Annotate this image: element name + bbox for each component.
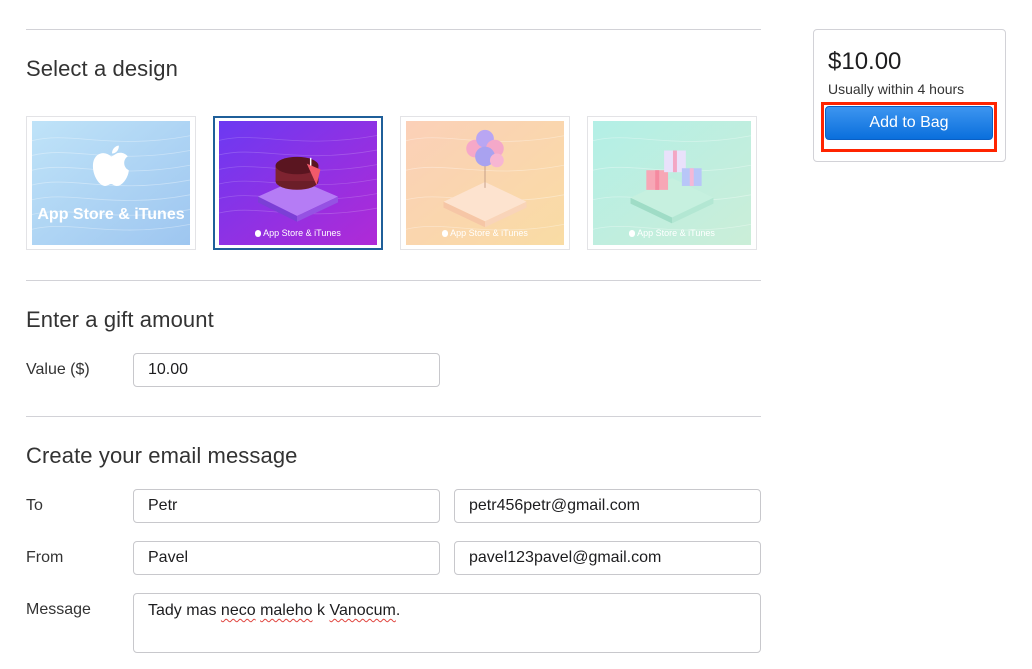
misspelled-word: Vanocum <box>329 602 396 619</box>
design-caption: App Store & iTunes <box>37 206 185 223</box>
apple-mini-icon <box>442 230 449 237</box>
design-option-cake[interactable]: App Store & iTunes <box>213 116 383 250</box>
from-label: From <box>26 549 64 566</box>
design-option-apple[interactable]: App Store & iTunes <box>26 116 196 250</box>
misspelled-word: neco <box>220 602 256 619</box>
add-to-bag-button[interactable]: Add to Bag <box>825 106 993 140</box>
apple-mini-icon <box>629 230 636 237</box>
from-name-input[interactable] <box>133 541 440 575</box>
to-email-input[interactable] <box>454 489 761 523</box>
divider-amount <box>26 280 761 281</box>
buy-box: $10.00 Usually within 4 hours Add to Bag <box>813 29 1006 162</box>
design-art-balloons: App Store & iTunes <box>406 121 564 245</box>
message-text-part: Tady mas <box>148 602 221 619</box>
from-email-input[interactable] <box>454 541 761 575</box>
design-option-balloons[interactable]: App Store & iTunes <box>400 116 570 250</box>
message-text-part: . <box>395 602 401 619</box>
divider-email <box>26 416 761 417</box>
design-caption: App Store & iTunes <box>593 228 751 238</box>
message-textarea[interactable]: Tady mas neco maleho k Vanocum. <box>133 593 761 653</box>
message-text-part: k <box>312 602 330 619</box>
message-label: Message <box>26 601 91 618</box>
divider-top <box>26 29 761 30</box>
misspelled-word: maleho <box>260 602 313 619</box>
apple-mini-icon <box>255 230 262 237</box>
design-art-gifts: App Store & iTunes <box>593 121 751 245</box>
design-option-gifts[interactable]: App Store & iTunes <box>587 116 757 250</box>
design-art-cake: App Store & iTunes <box>219 121 377 245</box>
value-input[interactable] <box>133 353 440 387</box>
email-section-title: Create your email message <box>26 443 298 468</box>
design-caption: App Store & iTunes <box>219 228 377 238</box>
amount-section-title: Enter a gift amount <box>26 307 214 332</box>
design-caption: App Store & iTunes <box>406 228 564 238</box>
availability-text: Usually within 4 hours <box>828 81 965 97</box>
value-label: Value ($) <box>26 361 90 378</box>
to-label: To <box>26 497 43 514</box>
design-section-title: Select a design <box>26 56 178 81</box>
design-art-apple: App Store & iTunes <box>32 121 190 245</box>
price: $10.00 <box>828 48 902 75</box>
to-name-input[interactable] <box>133 489 440 523</box>
